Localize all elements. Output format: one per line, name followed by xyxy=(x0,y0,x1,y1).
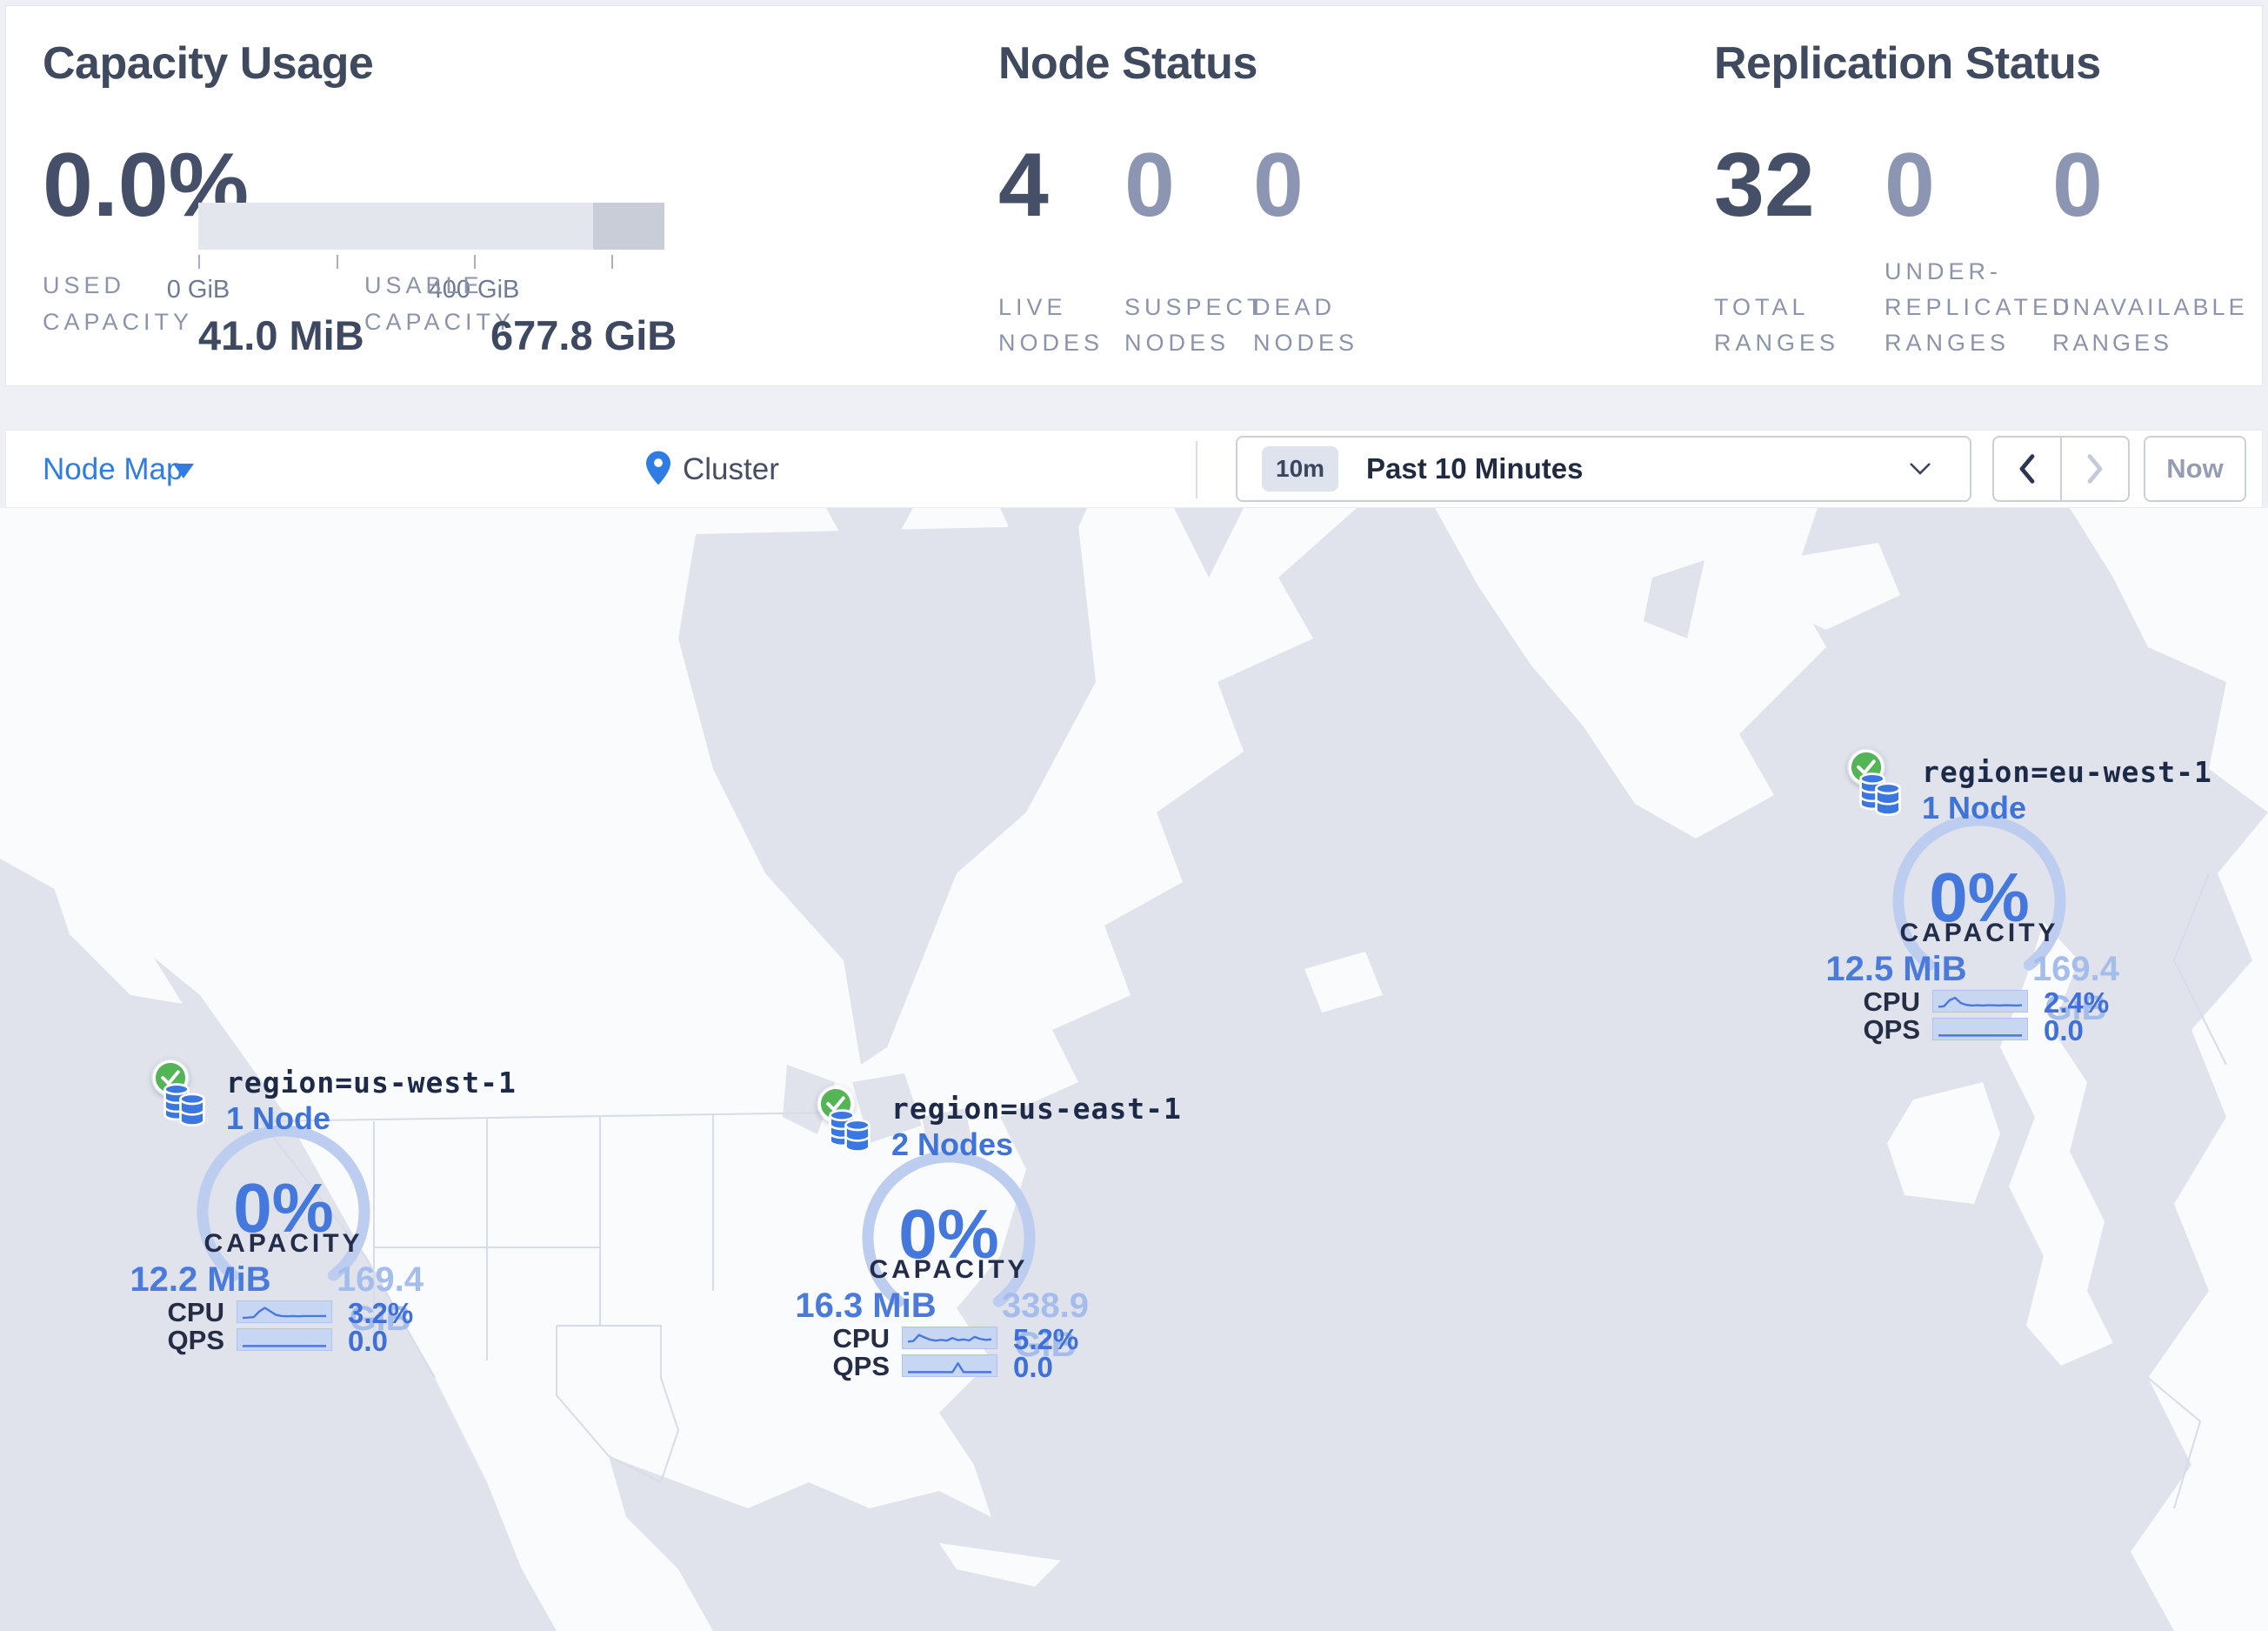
cpu-label: CPU xyxy=(167,1297,224,1327)
region-label: region=eu-west-1 xyxy=(1922,755,2212,789)
region-marker-us-east-1[interactable]: region=us-east-1 2 Nodes 0% CAPACITY 16.… xyxy=(778,1083,1181,1387)
database-stack-icon xyxy=(827,1106,872,1159)
database-stack-icon xyxy=(1858,769,1903,822)
unavailable-ranges-count: 0 xyxy=(2052,135,2103,236)
capacity-gauge-bar xyxy=(198,203,664,250)
cluster-overview-panel: Capacity Usage 0.0% 0 GiB 400 GiB USED C… xyxy=(5,5,2263,386)
under-replicated-ranges-label: UNDER-REPLICATED RANGES xyxy=(1884,258,2074,356)
capacity-used-value: 16.3 MiB xyxy=(795,1287,937,1325)
qps-value: 0.0 xyxy=(1013,1351,1053,1383)
qps-label: QPS xyxy=(167,1325,224,1355)
cpu-sparkline xyxy=(237,1300,332,1323)
live-nodes-count: 4 xyxy=(998,135,1049,236)
capacity-label: CAPACITY xyxy=(869,1255,1029,1284)
dead-nodes-label: DEAD NODES xyxy=(1253,294,1359,356)
node-count-label: 1 Node xyxy=(1922,790,2027,826)
live-nodes-label: LIVE NODES xyxy=(998,294,1104,356)
toolbar-divider xyxy=(1196,441,1197,498)
total-ranges-label: TOTAL RANGES xyxy=(1714,294,1840,356)
region-marker-us-west-1[interactable]: region=us-west-1 1 Node 0% CAPACITY 12.2… xyxy=(113,1057,516,1361)
chevron-down-icon xyxy=(1909,462,1931,480)
usable-capacity-label: USABLE CAPACITY xyxy=(364,272,516,335)
suspect-nodes-count: 0 xyxy=(1124,135,1175,236)
qps-sparkline xyxy=(1932,1018,2028,1040)
database-stack-icon xyxy=(162,1080,207,1133)
time-range-selector[interactable]: 10m Past 10 Minutes xyxy=(1236,436,1971,502)
used-capacity-label: USED CAPACITY xyxy=(43,272,194,335)
region-label: region=us-east-1 xyxy=(891,1092,1182,1126)
under-replicated-ranges-count: 0 xyxy=(1884,135,1935,236)
breadcrumb[interactable]: Cluster xyxy=(646,441,779,498)
qps-sparkline xyxy=(237,1328,332,1351)
qps-label: QPS xyxy=(832,1351,890,1381)
now-button[interactable]: Now xyxy=(2144,436,2246,502)
node-count-label: 1 Node xyxy=(226,1100,331,1136)
node-count-label: 2 Nodes xyxy=(891,1126,1014,1162)
qps-sparkline xyxy=(902,1354,997,1377)
suspect-nodes-label: SUSPECT NODES xyxy=(1124,294,1266,356)
total-ranges-count: 32 xyxy=(1714,135,1815,236)
capacity-usage-section: Capacity Usage 0.0% 0 GiB 400 GiB USED C… xyxy=(43,37,764,361)
region-label: region=us-west-1 xyxy=(226,1066,517,1100)
view-selector-dropdown[interactable]: Node Map xyxy=(43,452,183,487)
cpu-label: CPU xyxy=(832,1323,890,1354)
cpu-sparkline xyxy=(902,1327,997,1349)
map-toolbar: Node Map Cluster 10m Past 10 Minutes Now xyxy=(5,430,2263,508)
dead-nodes-count: 0 xyxy=(1253,135,1304,236)
time-range-badge: 10m xyxy=(1262,446,1339,491)
unavailable-ranges-label: UNAVAILABLE RANGES xyxy=(2052,294,2248,356)
cpu-sparkline xyxy=(1932,990,2028,1013)
capacity-usage-title: Capacity Usage xyxy=(43,38,374,89)
node-status-section: Node Status 4 LIVE NODES 0 SUSPECT NODES… xyxy=(998,37,1485,361)
location-pin-icon xyxy=(646,451,670,490)
capacity-label: CAPACITY xyxy=(203,1229,364,1258)
capacity-gauge-nonusable-segment xyxy=(593,203,664,250)
capacity-used-value: 12.5 MiB xyxy=(1825,950,1967,988)
time-pager xyxy=(1992,436,2130,502)
capacity-label: CAPACITY xyxy=(1899,919,2059,947)
usable-capacity-value: 677.8 GiB xyxy=(490,312,677,358)
replication-status-section: Replication Status 32 TOTAL RANGES 0 UND… xyxy=(1714,37,2248,361)
chevron-down-icon xyxy=(173,464,194,478)
time-prev-button[interactable] xyxy=(1994,438,2062,500)
region-marker-eu-west-1[interactable]: region=eu-west-1 1 Node 0% CAPACITY 12.5… xyxy=(1809,746,2211,1051)
capacity-used-value: 12.2 MiB xyxy=(130,1260,271,1299)
time-range-label: Past 10 Minutes xyxy=(1366,452,1584,485)
qps-value: 0.0 xyxy=(348,1325,388,1357)
qps-value: 0.0 xyxy=(2044,1014,2084,1046)
qps-label: QPS xyxy=(1863,1014,1920,1045)
time-next-button[interactable] xyxy=(2062,438,2128,500)
breadcrumb-cluster-label: Cluster xyxy=(683,452,779,486)
used-capacity-value: 41.0 MiB xyxy=(198,312,364,358)
cpu-label: CPU xyxy=(1863,986,1920,1017)
